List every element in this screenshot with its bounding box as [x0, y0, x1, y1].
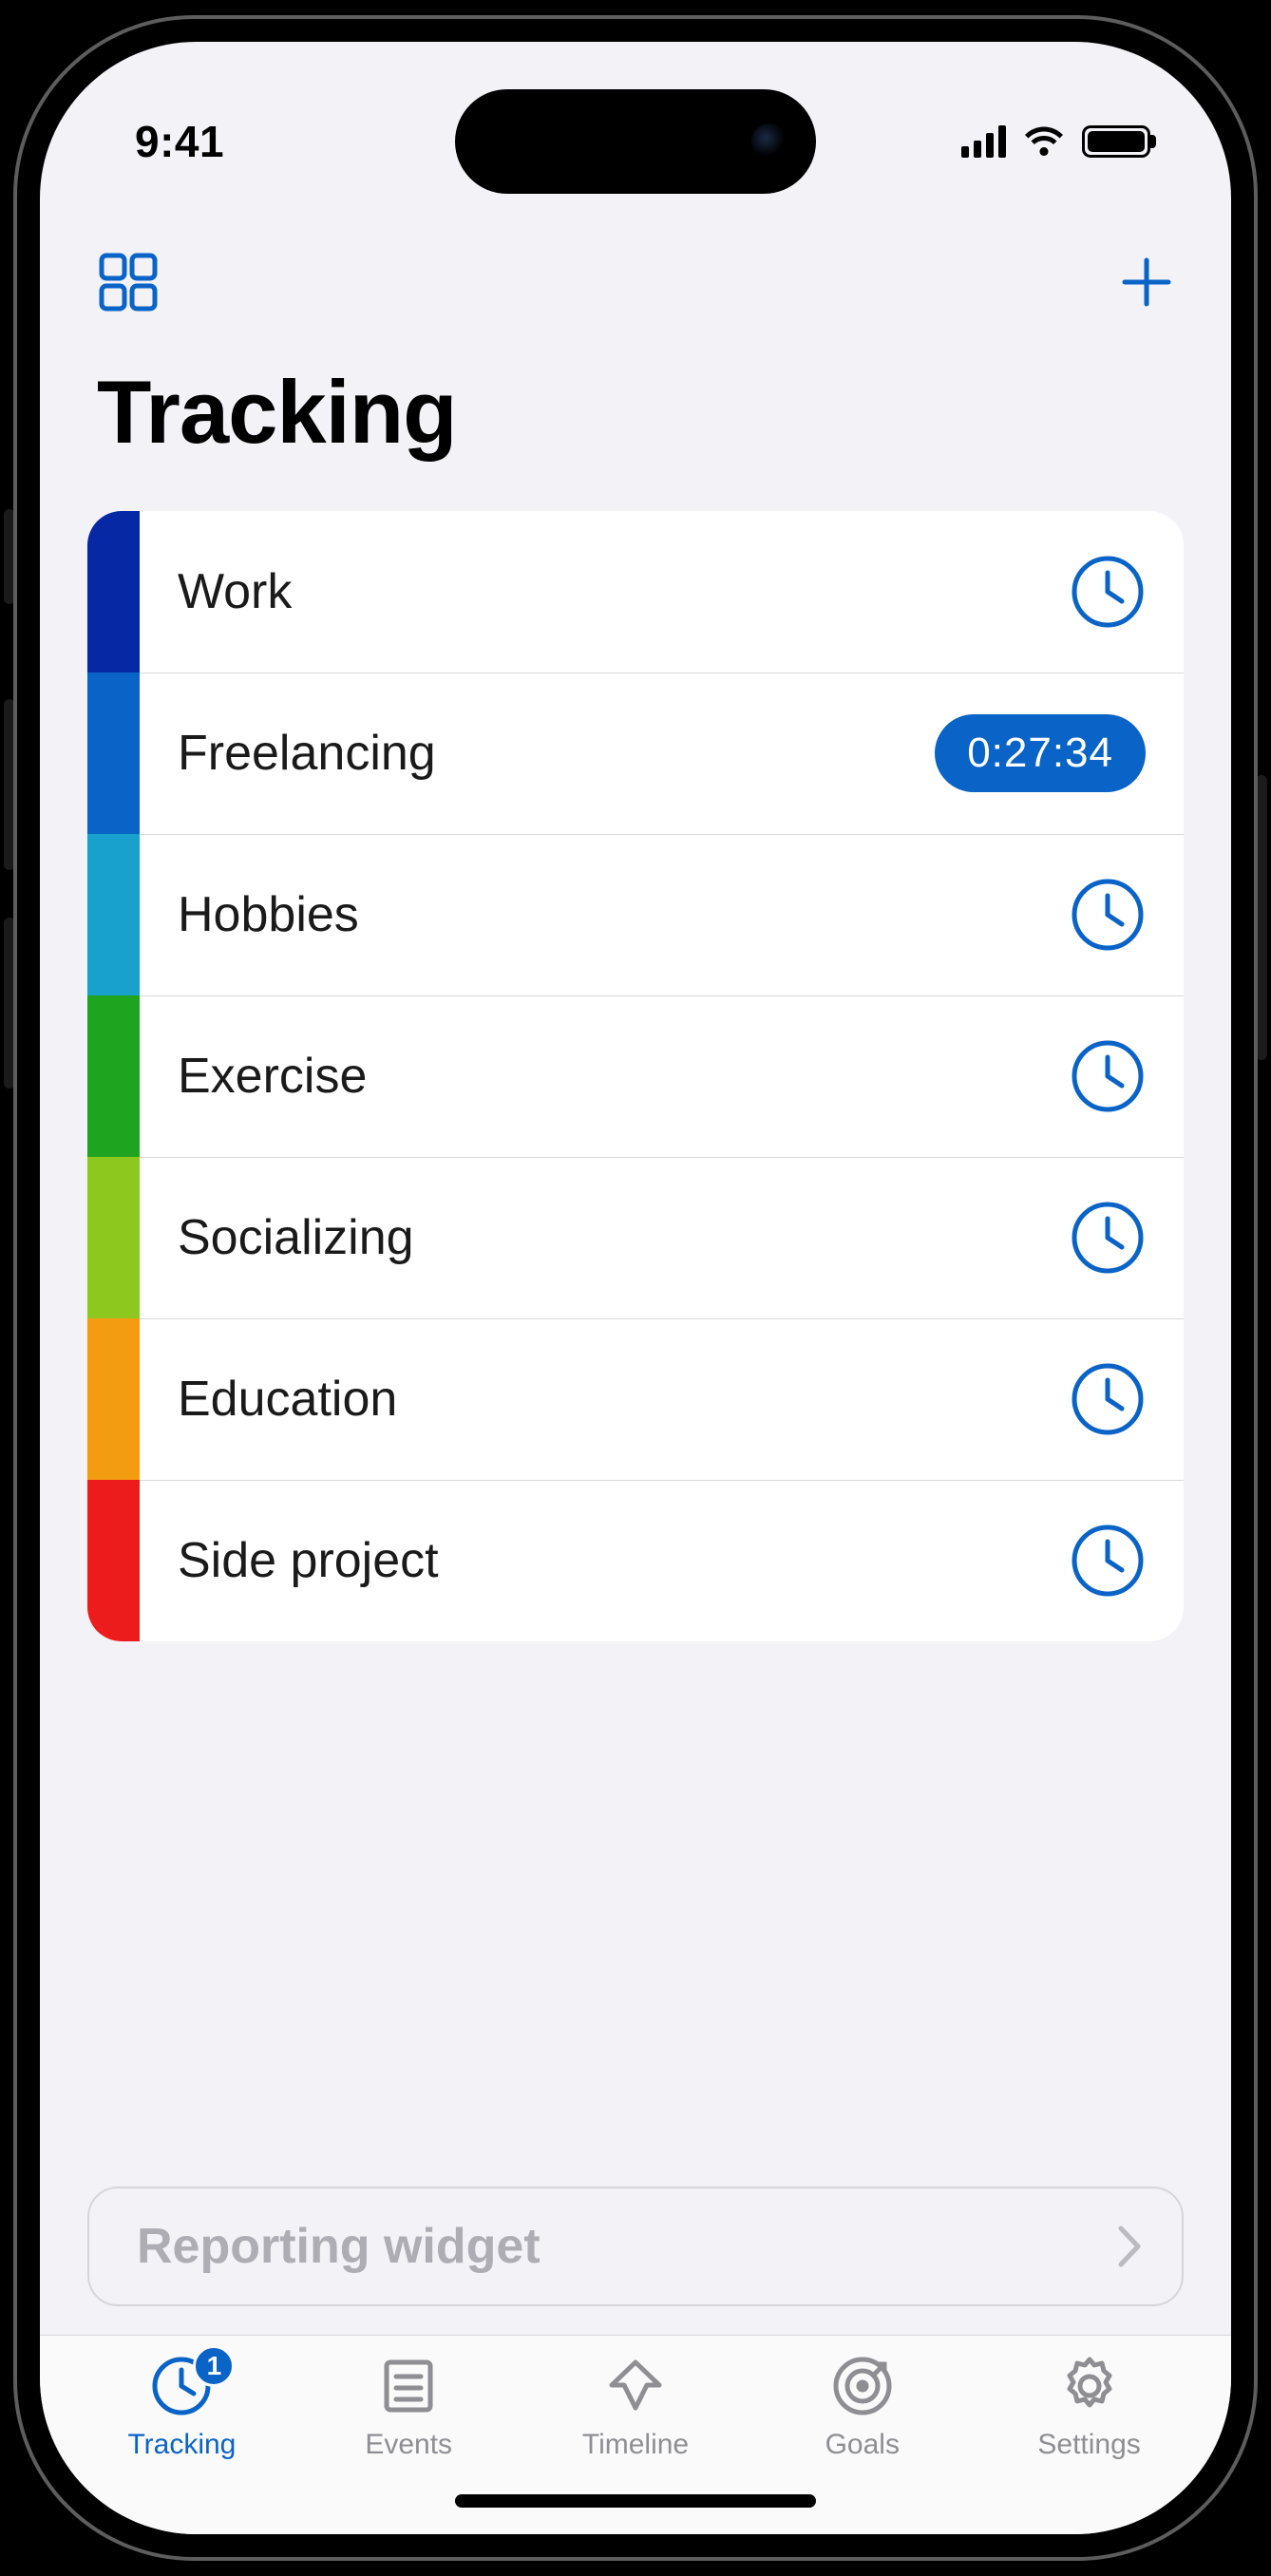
- screen: 9:41: [40, 42, 1231, 2534]
- tracker-row[interactable]: Work: [87, 511, 1184, 672]
- start-timer-button[interactable]: [1070, 1361, 1146, 1437]
- tracker-row[interactable]: Socializing: [87, 1157, 1184, 1318]
- tab-badge: 1: [193, 2345, 235, 2387]
- phone-frame: 9:41: [13, 15, 1258, 2561]
- wifi-icon: [1023, 125, 1065, 158]
- start-timer-button[interactable]: [1070, 1038, 1146, 1114]
- reporting-widget-label: Reporting widget: [137, 2218, 541, 2275]
- tracker-color-strip: [87, 995, 140, 1157]
- phone-mute-switch: [4, 509, 15, 604]
- phone-power-button: [1256, 775, 1267, 1060]
- nav-bar: [40, 213, 1231, 323]
- status-bar: 9:41: [40, 89, 1231, 194]
- tab-settings[interactable]: Settings: [976, 2353, 1203, 2534]
- battery-icon: [1082, 125, 1150, 158]
- tab-label: Tracking: [127, 2429, 236, 2461]
- tab-label: Events: [365, 2429, 452, 2461]
- layout-grid-button[interactable]: [97, 251, 160, 313]
- tracker-color-strip: [87, 511, 140, 672]
- phone-volume-down: [4, 918, 15, 1089]
- cellular-icon: [961, 125, 1006, 158]
- tracker-row[interactable]: Freelancing0:27:34: [87, 672, 1184, 834]
- timeline-icon: [602, 2353, 669, 2419]
- tab-tracking[interactable]: Tracking1: [68, 2353, 295, 2534]
- page-title: Tracking: [40, 323, 1231, 511]
- tracker-label: Freelancing: [140, 725, 935, 782]
- tracker-color-strip: [87, 672, 140, 834]
- home-indicator[interactable]: [455, 2494, 816, 2508]
- tracker-row[interactable]: Hobbies: [87, 834, 1184, 995]
- tracker-label: Work: [140, 563, 1070, 620]
- tracker-row[interactable]: Education: [87, 1318, 1184, 1480]
- goals-icon: [829, 2353, 896, 2419]
- start-timer-button[interactable]: [1070, 1523, 1146, 1599]
- tab-label: Timeline: [582, 2429, 689, 2461]
- tracker-list: Work Freelancing0:27:34Hobbies Exercise …: [87, 511, 1184, 1641]
- status-time: 9:41: [135, 116, 224, 167]
- events-icon: [375, 2353, 442, 2419]
- tracker-color-strip: [87, 1318, 140, 1480]
- start-timer-button[interactable]: [1070, 554, 1146, 630]
- tracker-color-strip: [87, 1480, 140, 1641]
- tab-label: Goals: [825, 2429, 900, 2461]
- reporting-widget-button[interactable]: Reporting widget: [87, 2187, 1184, 2306]
- tracker-label: Socializing: [140, 1209, 1070, 1266]
- tab-label: Settings: [1037, 2429, 1140, 2461]
- add-tracker-button[interactable]: [1119, 255, 1174, 310]
- tracker-label: Hobbies: [140, 886, 1070, 943]
- tracker-color-strip: [87, 834, 140, 995]
- chevron-right-icon: [1115, 2223, 1144, 2270]
- tracker-label: Education: [140, 1371, 1070, 1428]
- settings-icon: [1056, 2353, 1123, 2419]
- phone-volume-up: [4, 699, 15, 870]
- tracker-color-strip: [87, 1157, 140, 1318]
- tracker-row[interactable]: Exercise: [87, 995, 1184, 1157]
- active-timer-pill[interactable]: 0:27:34: [935, 714, 1146, 792]
- tracker-label: Side project: [140, 1532, 1070, 1589]
- start-timer-button[interactable]: [1070, 1200, 1146, 1276]
- tracker-row[interactable]: Side project: [87, 1480, 1184, 1641]
- start-timer-button[interactable]: [1070, 877, 1146, 953]
- tracker-label: Exercise: [140, 1048, 1070, 1105]
